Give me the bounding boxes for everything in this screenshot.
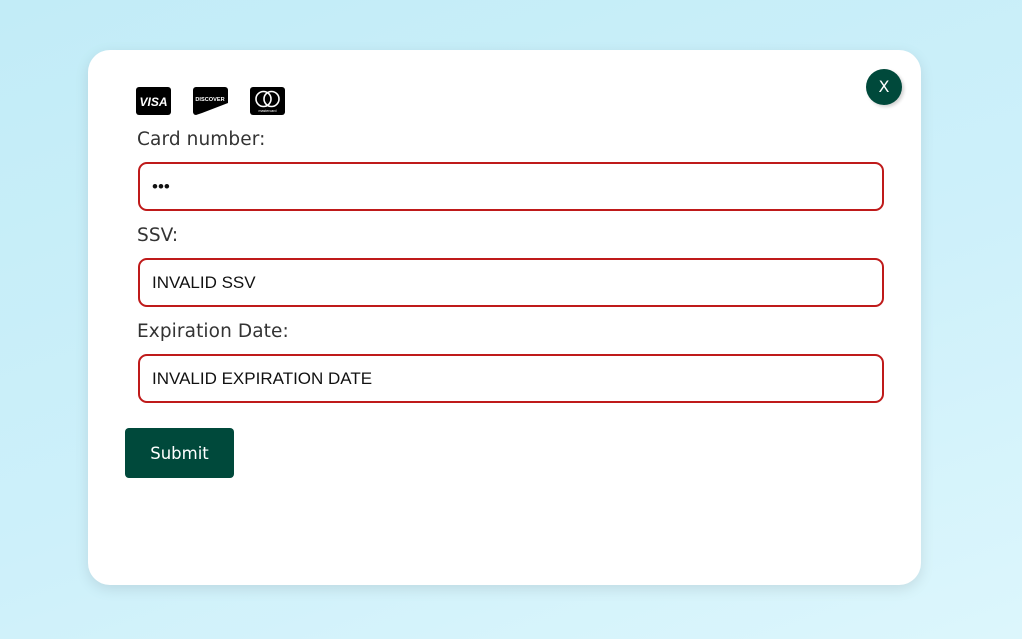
discover-logo-icon: DISCOVER <box>193 87 228 115</box>
submit-button[interactable]: Submit <box>125 428 234 478</box>
card-number-label: Card number: <box>137 129 266 150</box>
mastercard-logo-icon: mastercard <box>250 87 285 115</box>
visa-logo-text: VISA <box>139 95 167 109</box>
visa-logo-icon: VISA <box>136 87 171 115</box>
card-number-input[interactable] <box>138 162 884 211</box>
discover-logo-text: DISCOVER <box>195 97 224 103</box>
expiration-date-input[interactable] <box>138 354 884 403</box>
payment-card-modal: X VISA DISCOVER mastercard Card number: … <box>88 50 921 585</box>
expiration-date-label: Expiration Date: <box>137 321 289 342</box>
ssv-label: SSV: <box>137 225 179 246</box>
mastercard-logo-text: mastercard <box>259 109 277 113</box>
ssv-input[interactable] <box>138 258 884 307</box>
close-button[interactable]: X <box>866 69 902 105</box>
